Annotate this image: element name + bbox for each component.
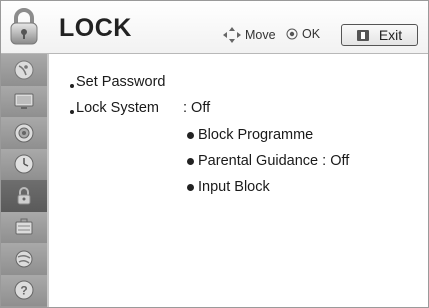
parental-guidance-bullet (187, 158, 194, 165)
ok-label: OK (302, 27, 321, 41)
ok-button-icon (286, 28, 298, 40)
sidebar-item-option[interactable] (1, 211, 47, 244)
picture-icon (14, 93, 34, 110)
lock-system-value: : Off (183, 100, 211, 116)
option-icon (15, 218, 33, 235)
network-icon (15, 250, 33, 268)
lock-icon (17, 186, 31, 205)
exit-button[interactable]: Exit (341, 24, 418, 46)
move-hint: Move (223, 27, 276, 43)
menu-item-input-block[interactable]: Input Block (198, 179, 270, 195)
sidebar-divider (47, 54, 49, 307)
menu-header: LOCK Move OK Exit (1, 1, 428, 54)
exit-label: Exit (378, 27, 403, 43)
menu-item-lock-system[interactable]: Lock System (76, 100, 159, 116)
menu-item-parental-guidance[interactable]: Parental Guidance : Off (198, 153, 349, 169)
menu-item-block-programme[interactable]: Block Programme (198, 127, 313, 143)
sidebar-item-support[interactable]: ? (1, 274, 47, 306)
move-label: Move (245, 28, 276, 42)
lock-system-bullet (70, 110, 74, 114)
page-title: LOCK (59, 14, 132, 42)
menu-item-set-password[interactable]: Set Password (76, 74, 165, 90)
sidebar-item-audio[interactable] (1, 117, 47, 150)
satellite-icon (14, 60, 34, 80)
sidebar-item-setup[interactable] (1, 54, 47, 87)
clock-icon (14, 154, 34, 174)
ok-hint: OK (286, 27, 320, 41)
category-sidebar: ? (1, 54, 47, 307)
arrows-icon (223, 27, 241, 43)
sidebar-item-picture[interactable] (1, 85, 47, 118)
help-icon: ? (14, 280, 34, 300)
set-password-bullet (70, 84, 74, 88)
lock-menu-window: LOCK Move OK Exit ? Set Password Lock Sy… (0, 0, 429, 308)
block-programme-bullet (187, 132, 194, 139)
audio-icon (14, 123, 34, 143)
sidebar-item-time[interactable] (1, 148, 47, 181)
sidebar-item-lock[interactable] (1, 180, 47, 213)
lock-icon (10, 8, 38, 45)
exit-key-icon (356, 29, 369, 41)
input-block-bullet (187, 184, 194, 191)
sidebar-item-network[interactable] (1, 243, 47, 276)
svg-text:?: ? (20, 284, 27, 298)
